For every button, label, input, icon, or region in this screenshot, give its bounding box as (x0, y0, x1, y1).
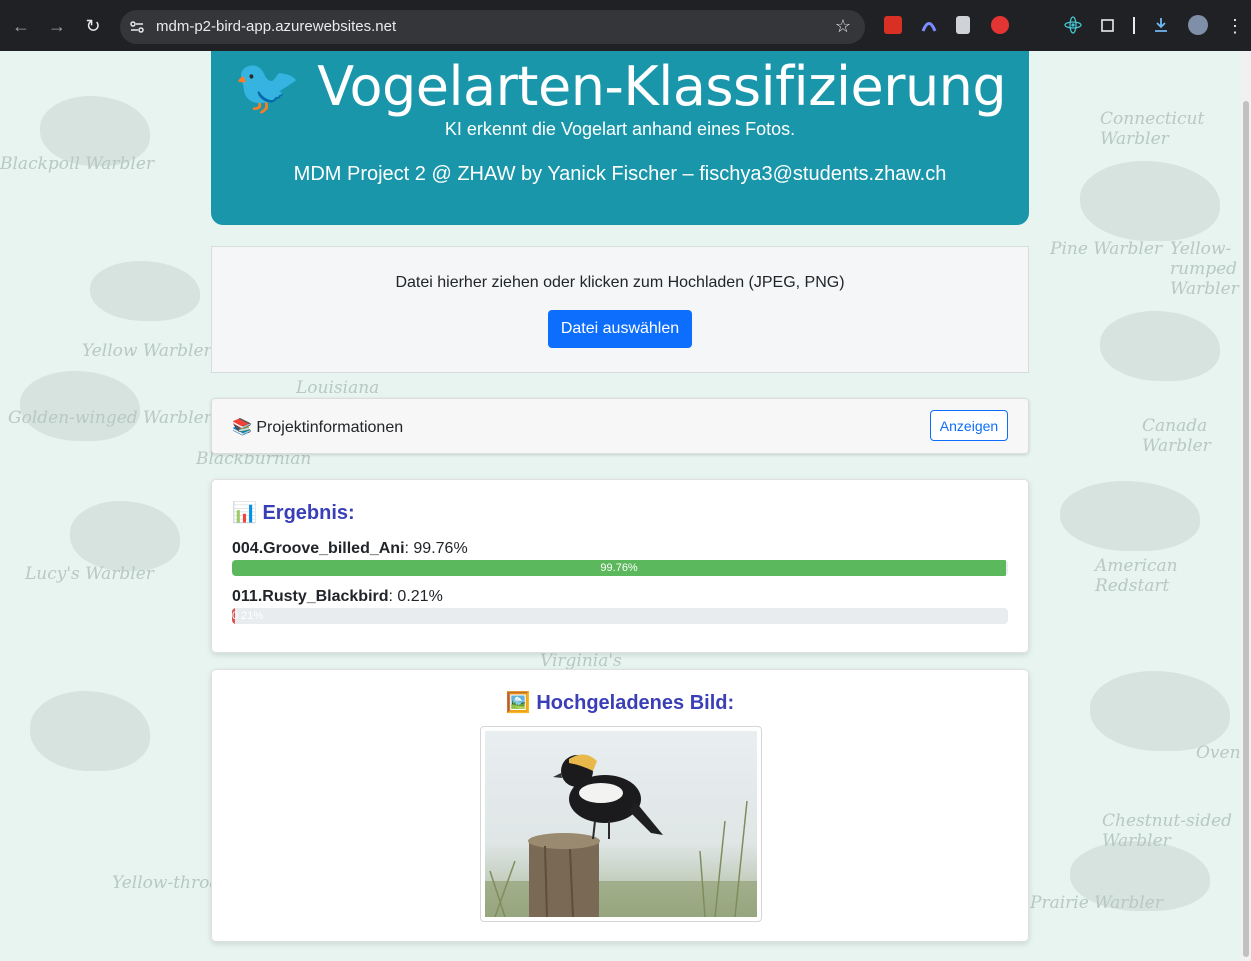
background-label: Pine Warbler (1050, 239, 1163, 259)
prediction-percent: : 0.21% (388, 588, 443, 605)
menu-kebab-icon[interactable]: ⋮ (1222, 13, 1248, 39)
address-bar[interactable]: mdm-p2-bird-app.azurewebsites.net ☆ (120, 10, 865, 44)
project-info-panel: 📚 Projektinformationen Anzeigen (211, 398, 1029, 454)
extension-arc-icon[interactable] (920, 16, 938, 34)
uploaded-image-title: 🖼️ Hochgeladenes Bild: (505, 692, 735, 714)
prediction-progress-bar: 99.76% (232, 560, 1007, 576)
extension-red-icon[interactable] (884, 16, 902, 34)
background-label: Lucy's Warbler (25, 564, 154, 584)
page-title: 🐦 Vogelarten-Klassifizierung (233, 55, 1007, 118)
bird-illustration (1060, 481, 1200, 551)
show-project-info-button[interactable]: Anzeigen (930, 410, 1008, 441)
bookmark-star-icon[interactable]: ☆ (835, 16, 851, 37)
extensions-puzzle-icon[interactable] (1099, 16, 1117, 34)
adblock-icon[interactable] (991, 16, 1009, 34)
background-label: American Redstart (1095, 556, 1178, 596)
forward-icon[interactable]: → (44, 13, 70, 39)
extension-react-icon[interactable] (1064, 16, 1082, 34)
profile-avatar-icon[interactable] (1188, 15, 1208, 35)
bird-illustration (90, 261, 200, 321)
background-label: Yellow-rumped Warbler (1170, 239, 1239, 299)
background-label: Louisiana (296, 378, 380, 398)
toolbar-divider (1133, 17, 1135, 34)
prediction-percent: : 99.76% (404, 540, 468, 557)
url-text: mdm-p2-bird-app.azurewebsites.net (156, 18, 397, 35)
background-label: Virginia's (540, 651, 622, 671)
prediction-progress-track: 0.21% (232, 608, 1008, 624)
site-info-icon[interactable] (129, 19, 145, 35)
back-icon[interactable]: ← (8, 13, 34, 39)
bird-illustration (1100, 311, 1220, 381)
background-label: Blackpoll Warbler (0, 154, 155, 174)
prediction-label: 004.Groove_billed_Ani: 99.76% (232, 540, 468, 558)
result-title: 📊 Ergebnis: (232, 502, 355, 524)
extension-doc-icon[interactable] (956, 16, 970, 34)
uploaded-bird-photo (485, 731, 757, 917)
download-icon[interactable] (1152, 16, 1170, 34)
prediction-class-name: 011.Rusty_Blackbird (232, 588, 389, 605)
page-scrollbar[interactable] (1241, 51, 1251, 961)
result-card: 📊 Ergebnis: 004.Groove_billed_Ani: 99.76… (211, 479, 1029, 653)
reload-icon[interactable]: ↻ (80, 13, 106, 39)
background-label: Ovenbird (1196, 743, 1241, 763)
background-label: Chestnut-sided Warbler (1102, 811, 1233, 851)
project-info-title: 📚 Projektinformationen (232, 419, 404, 436)
bird-illustration (1080, 161, 1220, 241)
author-credits: MDM Project 2 @ ZHAW by Yanick Fischer –… (293, 163, 947, 185)
prediction-label: 011.Rusty_Blackbird: 0.21% (232, 588, 443, 606)
background-label: Golden-winged Warbler (8, 408, 212, 428)
choose-file-button[interactable]: Datei auswählen (548, 310, 692, 348)
background-label: Connecticut Warbler (1100, 109, 1205, 149)
prediction-class-name: 004.Groove_billed_Ani (232, 540, 405, 557)
browser-toolbar: ← → ↻ mdm-p2-bird-app.azurewebsites.net … (0, 0, 1251, 51)
prediction-progress-bar: 0.21% (232, 608, 264, 624)
upload-hint: Datei hierher ziehen oder klicken zum Ho… (395, 274, 845, 291)
page-subtitle: KI erkennt die Vogelart anhand eines Fot… (444, 119, 796, 139)
background-label: Yellow Warbler (82, 341, 212, 361)
bird-illustration (1090, 671, 1230, 751)
bird-illustration (30, 691, 150, 771)
scrollbar-thumb[interactable] (1243, 101, 1249, 957)
background-label: Canada Warbler (1142, 416, 1211, 456)
hero-header: 🐦 Vogelarten-Klassifizierung KI erkennt … (211, 51, 1029, 225)
upload-dropzone[interactable]: Datei hierher ziehen oder klicken zum Ho… (211, 246, 1029, 373)
bird-illustration (20, 371, 140, 441)
prediction-progress-track: 99.76% (232, 560, 1008, 576)
bird-illustration (70, 501, 180, 571)
uploaded-image-card: 🖼️ Hochgeladenes Bild: (211, 669, 1029, 942)
uploaded-image-frame (480, 726, 762, 922)
background-label: Prairie Warbler (1030, 893, 1163, 913)
